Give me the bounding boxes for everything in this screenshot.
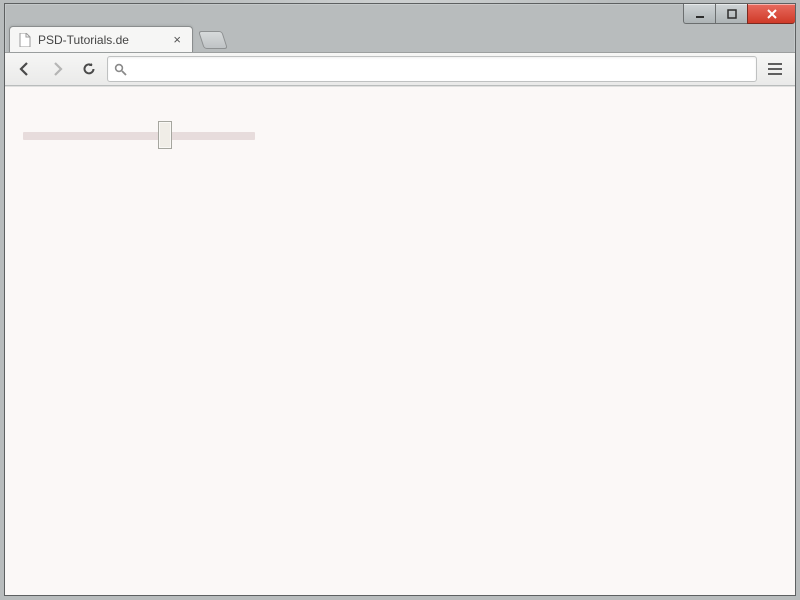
forward-icon	[49, 61, 65, 77]
address-bar[interactable]	[107, 56, 757, 82]
back-icon	[17, 61, 33, 77]
minimize-icon	[695, 9, 705, 19]
tab-title: PSD-Tutorials.de	[38, 33, 170, 47]
window-close-button[interactable]	[747, 4, 795, 24]
new-tab-button[interactable]	[198, 31, 228, 49]
search-icon	[114, 63, 127, 76]
window-titlebar	[5, 4, 795, 26]
tab-close-button[interactable]: ×	[170, 33, 184, 46]
window-minimize-button[interactable]	[683, 4, 715, 24]
browser-tab[interactable]: PSD-Tutorials.de ×	[9, 26, 193, 52]
back-button[interactable]	[11, 56, 39, 82]
close-icon	[766, 9, 778, 19]
hamburger-icon	[768, 68, 782, 70]
range-slider[interactable]	[23, 121, 255, 151]
reload-icon	[81, 61, 97, 77]
maximize-icon	[727, 9, 737, 19]
tab-strip: PSD-Tutorials.de ×	[5, 26, 795, 52]
browser-toolbar	[5, 52, 795, 86]
window-maximize-button[interactable]	[715, 4, 747, 24]
page-content	[5, 86, 795, 595]
url-input[interactable]	[133, 62, 750, 77]
slider-track	[23, 132, 255, 140]
forward-button[interactable]	[43, 56, 71, 82]
slider-thumb[interactable]	[158, 121, 172, 149]
file-icon	[18, 33, 32, 47]
reload-button[interactable]	[75, 56, 103, 82]
browser-window: PSD-Tutorials.de ×	[4, 3, 796, 596]
menu-button[interactable]	[761, 56, 789, 82]
